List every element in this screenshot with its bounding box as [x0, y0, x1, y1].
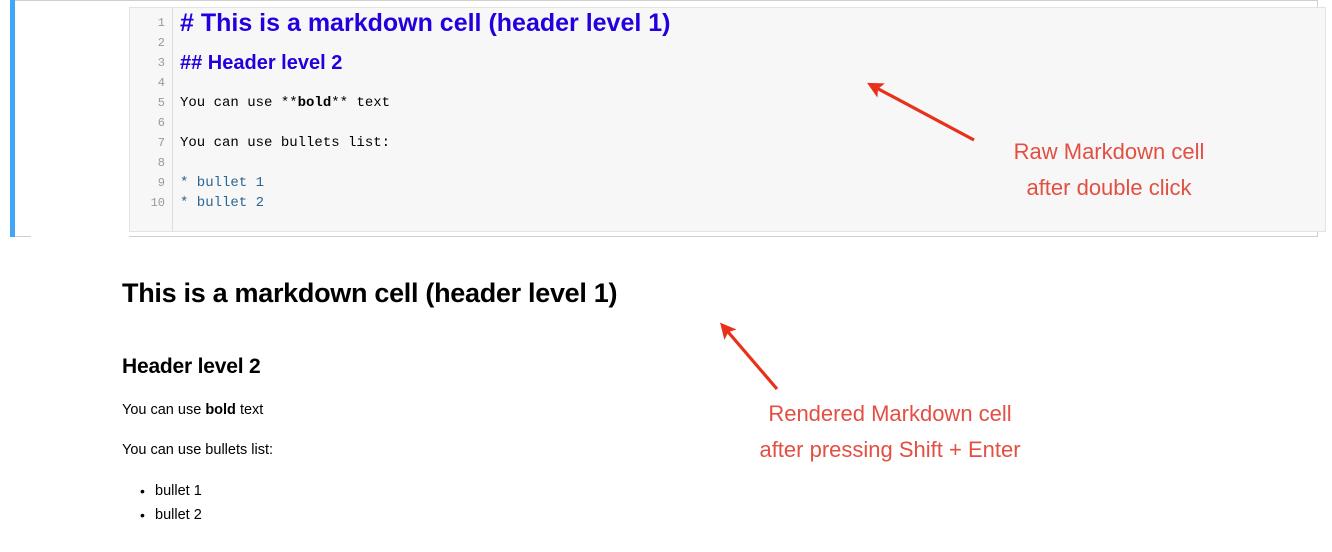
- line-number: 1: [157, 16, 165, 30]
- line-number: 2: [157, 36, 165, 50]
- line-number-gutter: 1 2 3 4 5 6 7 8 9 10: [130, 8, 173, 231]
- list-item: bullet 1: [122, 479, 722, 503]
- source-line-5-pre: You can use **: [180, 95, 298, 111]
- raw-annotation-line-2: after double click: [1026, 175, 1192, 200]
- line-number: 5: [157, 96, 165, 110]
- line-number: 3: [157, 56, 165, 70]
- line-number: 6: [157, 116, 165, 130]
- rendered-bold-word: bold: [205, 402, 236, 418]
- selected-cell-indicator-bar: [10, 0, 15, 237]
- source-line-5-post: ** text: [331, 95, 391, 111]
- line-number: 10: [150, 196, 165, 210]
- list-item: bullet 2: [122, 503, 722, 527]
- source-line-4[interactable]: [180, 73, 1325, 93]
- line-number: 7: [157, 136, 165, 150]
- rendered-bullet-list: bullet 1 bullet 2: [122, 460, 722, 527]
- rendered-paragraph-bullets-intro: You can use bullets list:: [122, 442, 274, 458]
- rendered-markdown-cell[interactable]: This is a markdown cell (header level 1)…: [122, 262, 722, 527]
- rendered-annotation-line-1: Rendered Markdown cell: [768, 401, 1012, 426]
- source-line-5-bold: bold: [297, 95, 332, 111]
- rendered-paragraph-bold-post: text: [235, 402, 264, 418]
- raw-annotation-line-1: Raw Markdown cell: [1013, 139, 1205, 164]
- rendered-paragraph-bold: You can use bold text: [122, 380, 722, 420]
- cell-prompt-area: [31, 2, 129, 237]
- raw-markdown-annotation-label: Raw Markdown cell after double click: [955, 134, 1263, 206]
- rendered-heading-1: This is a markdown cell (header level 1): [122, 278, 618, 308]
- line-number: 9: [157, 176, 165, 190]
- rendered-markdown-annotation-label: Rendered Markdown cell after pressing Sh…: [693, 396, 1087, 468]
- source-line-1[interactable]: # This is a markdown cell (header level …: [180, 11, 1325, 36]
- line-number: 4: [157, 76, 165, 90]
- rendered-annotation-line-2: after pressing Shift + Enter: [759, 437, 1021, 462]
- source-line-3[interactable]: ## Header level 2: [180, 53, 1325, 73]
- rendered-heading-2: Header level 2: [122, 355, 261, 378]
- rendered-paragraph-bold-pre: You can use: [122, 402, 206, 418]
- source-line-5[interactable]: You can use **bold** text: [180, 93, 1325, 113]
- line-number: 8: [157, 156, 165, 170]
- source-line-6[interactable]: [180, 113, 1325, 133]
